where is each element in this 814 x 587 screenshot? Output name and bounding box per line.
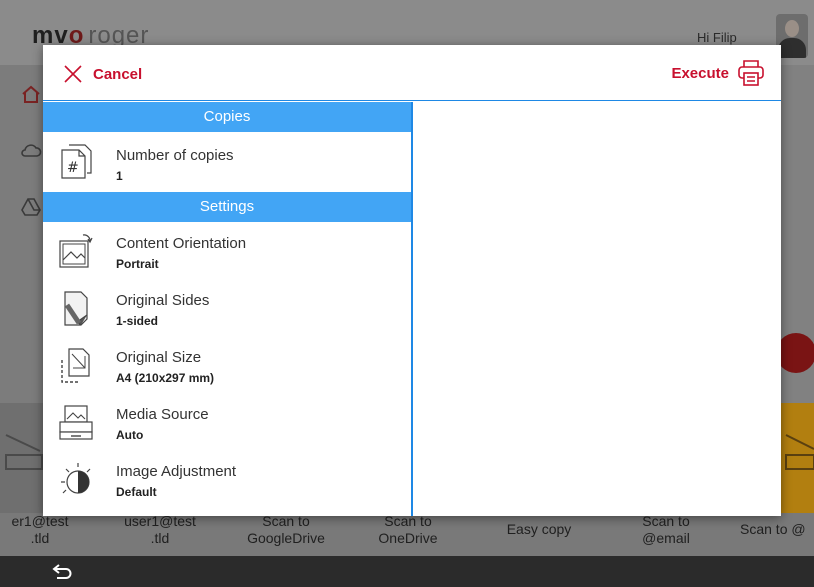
setting-value: 1-sided (116, 314, 159, 328)
setting-detail-panel (415, 102, 781, 516)
shortcut-label[interactable]: user1@test .tld (110, 513, 210, 547)
setting-title: Original Sides (116, 292, 210, 309)
shortcut-label[interactable]: Easy copy (484, 521, 594, 538)
shortcut-label[interactable]: er1@test .tld (0, 513, 80, 547)
home-icon[interactable] (20, 83, 42, 105)
image-adjustment-icon (61, 463, 91, 494)
user-greeting: Hi Filip (697, 30, 737, 45)
settings-list: Copies # Number of copies 1 Settings Con… (43, 102, 413, 516)
setting-title: Content Orientation (116, 235, 247, 252)
setting-image-adjustment[interactable]: Image Adjustment Default (43, 450, 411, 507)
setting-value: Portrait (116, 257, 159, 271)
setting-content-orientation[interactable]: Content Orientation Portrait (43, 222, 411, 279)
setting-title: Image Adjustment (116, 463, 237, 480)
setting-media-source[interactable]: Media Source Auto (43, 393, 411, 450)
shortcut-label[interactable]: Scan to GoogleDrive (226, 513, 346, 547)
setting-value: Default (116, 485, 157, 499)
setting-value: Auto (116, 428, 144, 442)
google-drive-icon[interactable] (20, 196, 42, 218)
printer-icon (738, 60, 764, 86)
setting-value: A4 (210x297 mm) (116, 371, 215, 385)
scanner-icon (785, 434, 814, 470)
app-sidebar (0, 65, 43, 403)
dialog-header: Cancel Execute (43, 45, 781, 101)
setting-title: Original Size (116, 349, 202, 366)
scanner-icon (5, 434, 43, 470)
cancel-button[interactable]: Cancel (63, 62, 142, 86)
media-source-icon (59, 405, 93, 440)
cancel-label: Cancel (93, 65, 143, 83)
execute-button[interactable]: Execute (671, 58, 765, 88)
shortcut-label[interactable]: Scan to @email (616, 513, 716, 547)
setting-original-sides[interactable]: Original Sides 1-sided (43, 279, 411, 336)
orientation-icon (59, 234, 93, 268)
add-fab-button[interactable] (776, 333, 814, 373)
setting-value: 1 (116, 169, 123, 183)
original-size-icon (61, 348, 90, 383)
cloud-icon[interactable] (20, 140, 42, 162)
section-header-settings: Settings (43, 192, 411, 222)
setting-title: Media Source (116, 406, 209, 423)
setting-number-of-copies[interactable]: # Number of copies 1 (43, 132, 411, 192)
shortcut-label[interactable]: Scan to OneDrive (358, 513, 458, 547)
back-icon[interactable] (50, 560, 74, 582)
setting-title: Number of copies (116, 147, 234, 164)
shortcut-label[interactable]: Scan to @ (740, 521, 814, 538)
copies-number-icon: # (61, 144, 92, 179)
bottom-bar (0, 556, 814, 587)
copy-settings-dialog: Cancel Execute Copies # Number of copies… (43, 45, 781, 516)
svg-text:#: # (67, 160, 79, 176)
original-sides-icon (64, 291, 88, 326)
section-header-copies: Copies (43, 102, 411, 132)
close-icon (64, 65, 82, 83)
setting-original-size[interactable]: Original Size A4 (210x297 mm) (43, 336, 411, 393)
execute-label: Execute (671, 64, 729, 82)
